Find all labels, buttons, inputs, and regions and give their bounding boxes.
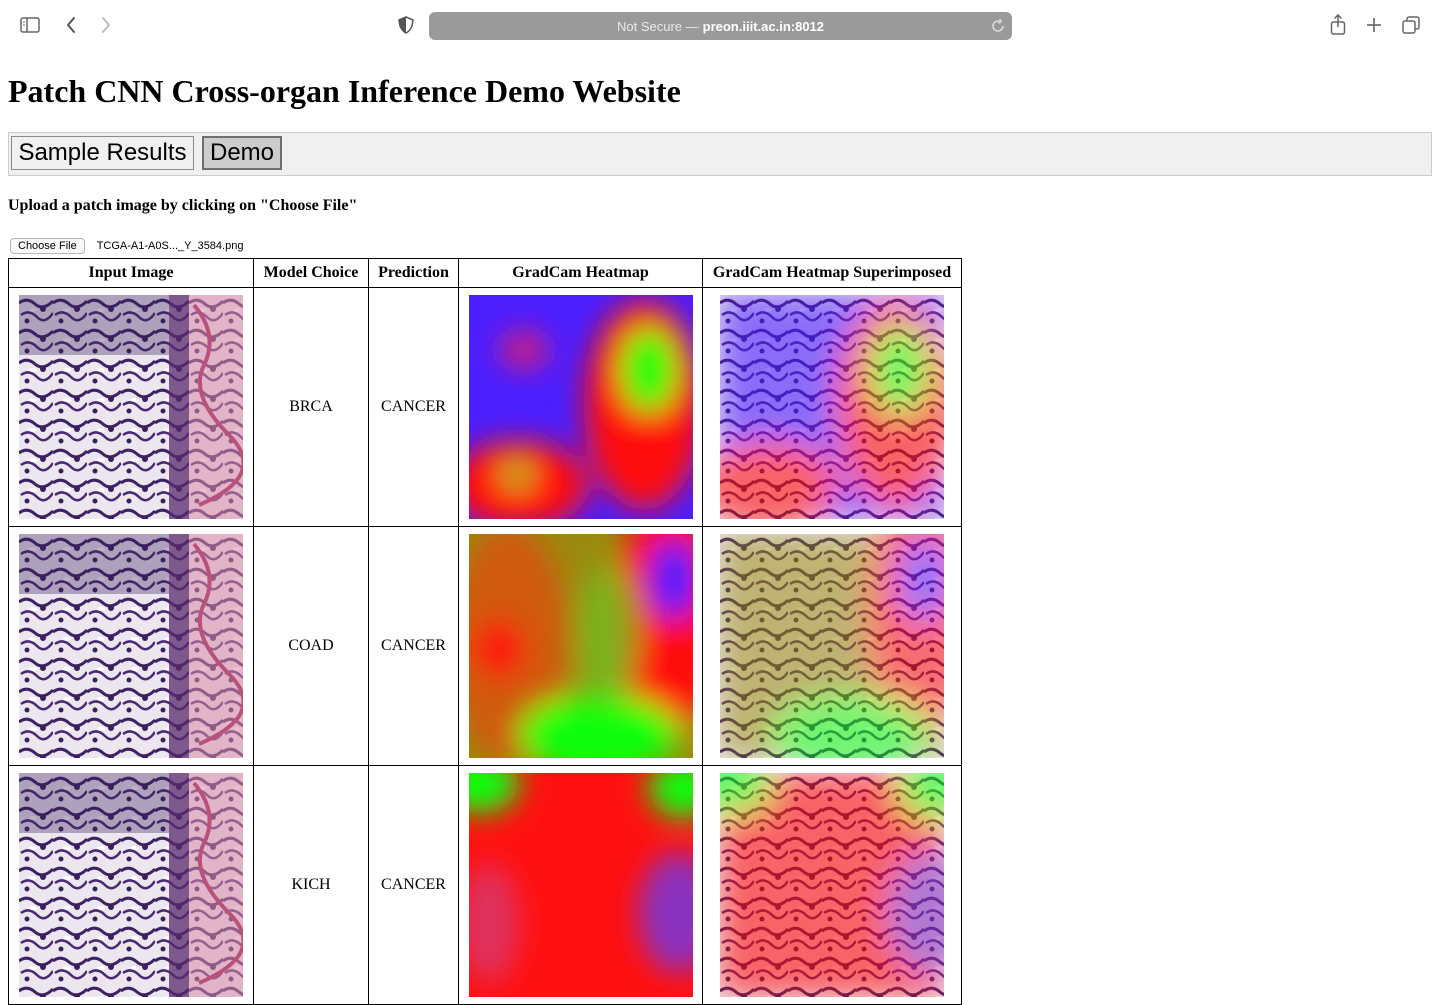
superimposed-cell	[702, 287, 962, 527]
heatmap-cell	[458, 526, 703, 766]
url-host: preon.iiit.ac.in:8012	[702, 18, 825, 34]
table-row: BRCA CANCER	[8, 287, 962, 527]
results-table: Input Image Model Choice Prediction Grad…	[8, 258, 962, 1005]
heatmap-cell	[458, 287, 703, 527]
privacy-shield-icon[interactable]	[396, 14, 416, 36]
model-choice-cell: BRCA	[253, 287, 369, 527]
gradcam-superimposed-image	[720, 295, 944, 519]
new-tab-icon[interactable]	[1363, 14, 1385, 36]
browser-toolbar: Not Secure — preon.iiit.ac.in:8012	[0, 0, 1440, 52]
header-gradcam-superimposed: GradCam Heatmap Superimposed	[702, 258, 962, 288]
choose-file-button[interactable]: Choose File	[10, 238, 85, 254]
sidebar-toggle-icon[interactable]	[19, 15, 41, 35]
header-model-choice: Model Choice	[253, 258, 369, 288]
input-patch-image	[19, 295, 243, 519]
gradcam-heatmap-image	[468, 295, 693, 519]
tab-sample-results[interactable]: Sample Results	[11, 136, 194, 170]
file-input: Choose File TCGA-A1-A0S..._Y_3584.png	[10, 238, 243, 254]
input-image-cell	[8, 765, 254, 1005]
superimposed-cell	[702, 765, 962, 1005]
forward-icon[interactable]	[95, 14, 117, 36]
superimposed-cell	[702, 526, 962, 766]
gradcam-superimposed-image	[720, 773, 944, 997]
gradcam-superimposed-image	[720, 534, 944, 758]
header-input-image: Input Image	[8, 258, 254, 288]
address-bar[interactable]: Not Secure — preon.iiit.ac.in:8012	[429, 12, 1012, 40]
input-image-cell	[8, 287, 254, 527]
page-title: Patch CNN Cross-organ Inference Demo Web…	[8, 73, 681, 109]
selected-file-name: TCGA-A1-A0S..._Y_3584.png	[96, 240, 244, 252]
gradcam-heatmap-image	[468, 534, 693, 758]
share-icon[interactable]	[1327, 12, 1349, 38]
reload-icon[interactable]	[990, 18, 1006, 34]
tab-demo[interactable]: Demo	[202, 136, 282, 170]
table-row: COAD CANCER	[8, 526, 962, 766]
input-image-cell	[8, 526, 254, 766]
prediction-cell: CANCER	[368, 526, 459, 766]
header-gradcam-heatmap: GradCam Heatmap	[458, 258, 703, 288]
tab-overview-icon[interactable]	[1400, 14, 1422, 36]
model-choice-cell: COAD	[253, 526, 369, 766]
input-patch-image	[19, 534, 243, 758]
heatmap-cell	[458, 765, 703, 1005]
tab-bar: Sample Results Demo	[8, 132, 1432, 176]
back-icon[interactable]	[60, 14, 82, 36]
security-label: Not Secure —	[616, 18, 699, 34]
gradcam-heatmap-image	[468, 773, 693, 997]
model-choice-cell: KICH	[253, 765, 369, 1005]
table-header-row: Input Image Model Choice Prediction Grad…	[8, 258, 962, 288]
prediction-cell: CANCER	[368, 765, 459, 1005]
prediction-cell: CANCER	[368, 287, 459, 527]
table-row: KICH CANCER	[8, 765, 962, 1005]
upload-instruction: Upload a patch image by clicking on "Cho…	[8, 197, 358, 214]
header-prediction: Prediction	[368, 258, 459, 288]
input-patch-image	[19, 773, 243, 997]
